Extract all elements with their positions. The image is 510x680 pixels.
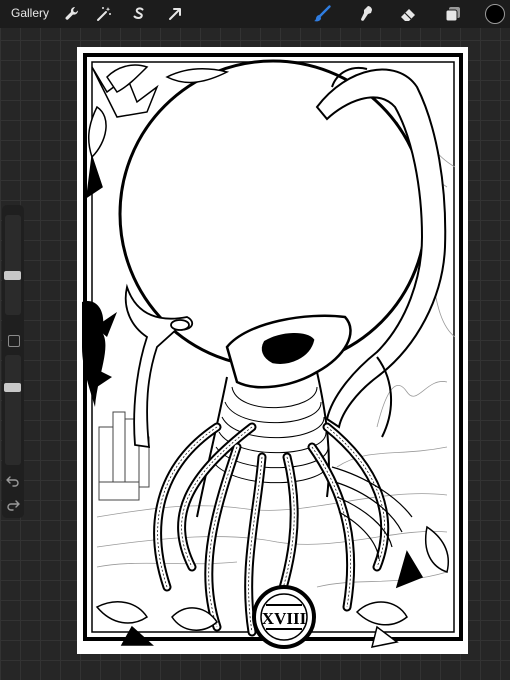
wrench-icon[interactable] xyxy=(62,4,82,24)
tarot-card-artwork: XVIII xyxy=(82,53,463,649)
eraser-icon[interactable] xyxy=(398,4,418,24)
opacity-thumb[interactable] xyxy=(4,383,21,392)
smudge-icon[interactable] xyxy=(356,4,376,24)
selection-s-icon[interactable] xyxy=(129,4,149,24)
magic-wand-icon[interactable] xyxy=(94,4,114,24)
redo-icon[interactable] xyxy=(5,497,21,513)
layers-icon[interactable] xyxy=(443,4,463,24)
left-sidebar xyxy=(2,205,24,518)
drawing-canvas[interactable]: XVIII xyxy=(77,47,468,654)
top-toolbar: Gallery xyxy=(0,0,510,28)
transform-arrow-icon[interactable] xyxy=(165,4,185,24)
brush-icon[interactable] xyxy=(313,4,333,24)
modify-button[interactable] xyxy=(8,335,20,347)
undo-icon[interactable] xyxy=(5,473,21,489)
color-picker-button[interactable] xyxy=(485,4,505,24)
card-numeral: XVIII xyxy=(262,609,307,628)
brush-size-thumb[interactable] xyxy=(4,271,21,280)
gallery-button[interactable]: Gallery xyxy=(11,6,49,20)
dark-tree xyxy=(82,301,117,407)
opacity-slider[interactable] xyxy=(4,355,21,465)
brush-size-slider[interactable] xyxy=(4,215,21,315)
lily-flowers-bottom-right xyxy=(355,525,449,648)
